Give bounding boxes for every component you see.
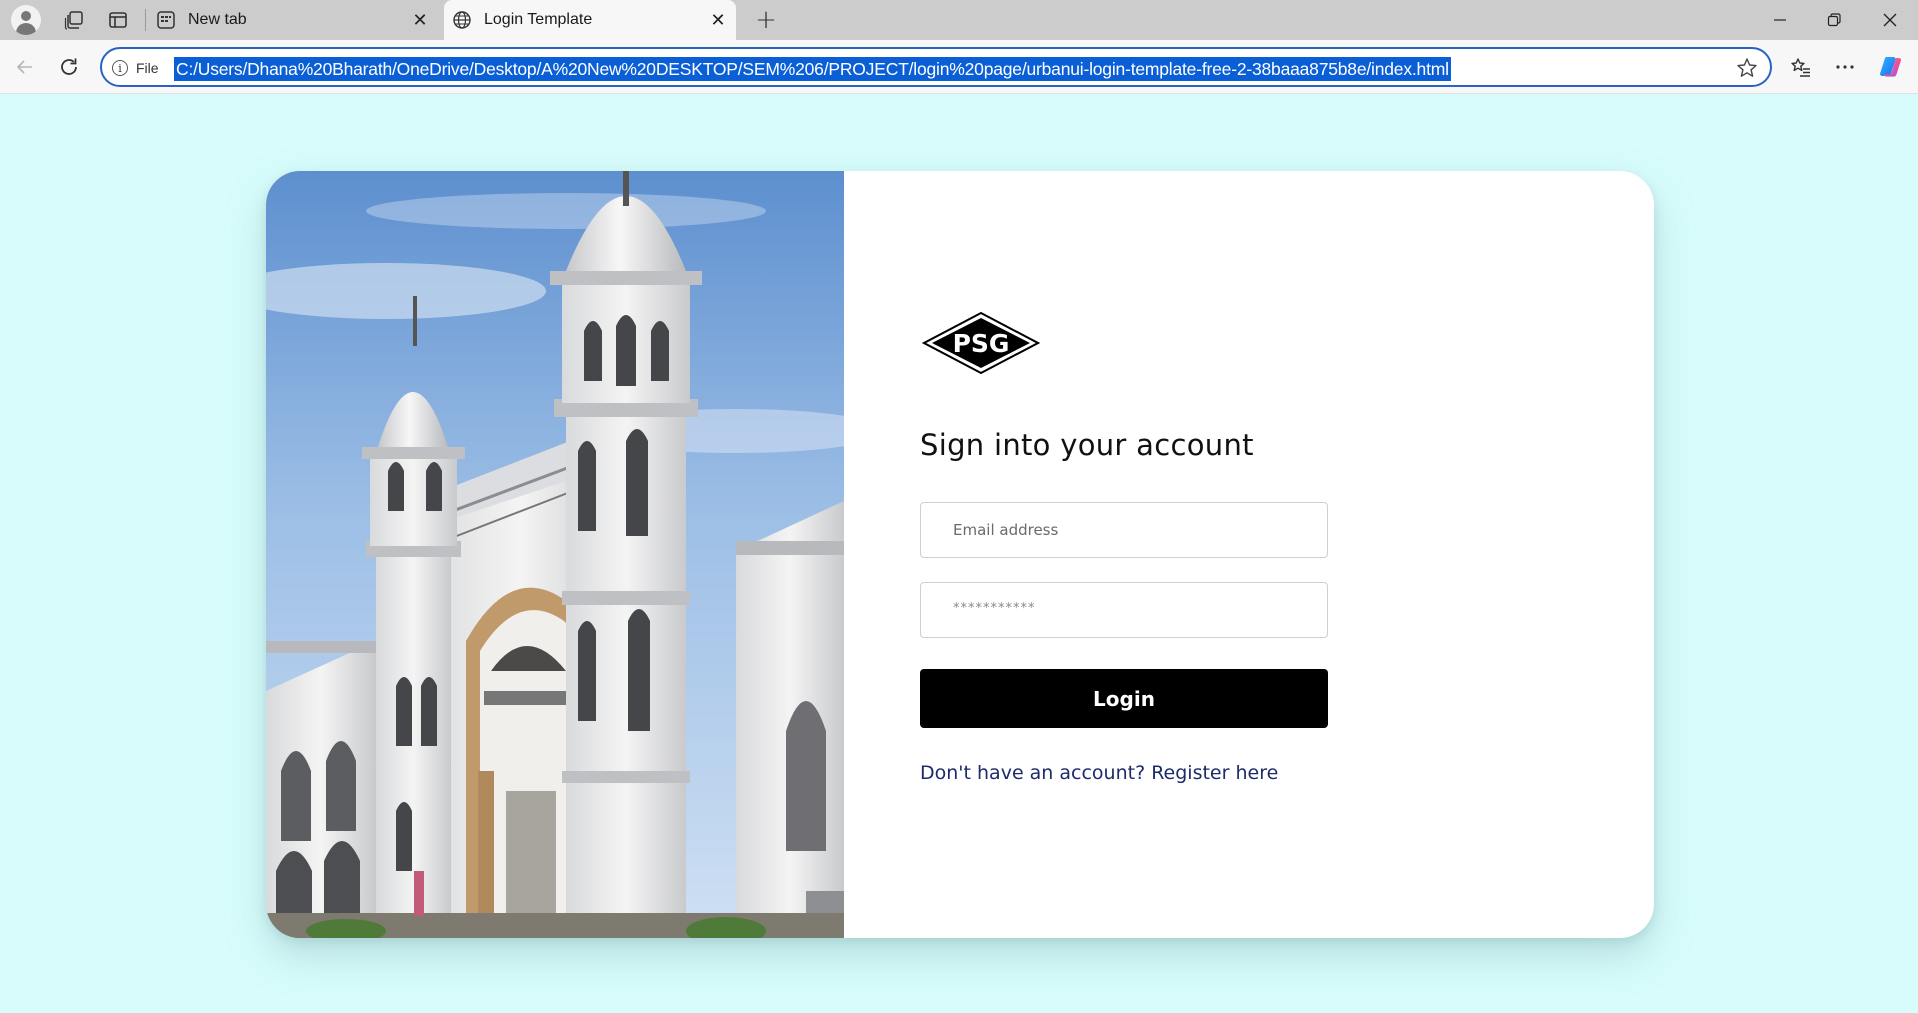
minimize-icon bbox=[1774, 19, 1786, 21]
plus-icon: + bbox=[755, 5, 777, 35]
close-tab-icon[interactable]: ✕ bbox=[408, 8, 432, 32]
globe-icon bbox=[452, 10, 472, 30]
site-info-label: File bbox=[136, 60, 159, 76]
site-info-button[interactable]: i File bbox=[112, 57, 169, 79]
tab-title: Login Template bbox=[484, 11, 593, 28]
workspaces-button[interactable] bbox=[56, 0, 92, 40]
login-form: PSG Sign into your account *********** L… bbox=[844, 171, 1654, 938]
reload-button[interactable] bbox=[52, 50, 86, 84]
new-tab-button[interactable]: + bbox=[750, 0, 782, 40]
favorites-list-icon bbox=[1791, 58, 1810, 77]
register-link[interactable]: Don't have an account? Register here bbox=[920, 762, 1278, 784]
info-icon: i bbox=[112, 60, 128, 76]
restore-icon bbox=[1827, 13, 1841, 27]
vertical-tabs-button[interactable] bbox=[100, 0, 136, 40]
login-card: PSG Sign into your account *********** L… bbox=[266, 171, 1654, 938]
tab-divider bbox=[145, 9, 146, 31]
url-text[interactable]: C:/Users/Dhana%20Bharath/OneDrive/Deskto… bbox=[174, 57, 1451, 81]
campus-building-image bbox=[266, 171, 844, 938]
close-icon bbox=[1883, 13, 1897, 27]
tab-actions-icon bbox=[109, 12, 127, 28]
workspaces-icon bbox=[64, 11, 83, 30]
login-button[interactable]: Login bbox=[920, 669, 1328, 728]
tab-title: New tab bbox=[188, 11, 247, 28]
star-icon bbox=[1737, 58, 1757, 77]
newtab-icon bbox=[156, 10, 176, 30]
address-bar[interactable]: i File C:/Users/Dhana%20Bharath/OneDrive… bbox=[100, 47, 1772, 87]
more-icon bbox=[1836, 65, 1854, 69]
close-window-button[interactable] bbox=[1862, 0, 1918, 40]
restore-button[interactable] bbox=[1806, 0, 1862, 40]
back-arrow-icon bbox=[16, 60, 32, 74]
profile-button[interactable] bbox=[6, 0, 46, 40]
profile-icon bbox=[11, 5, 41, 35]
minimize-button[interactable] bbox=[1752, 0, 1808, 40]
svg-text:PSG: PSG bbox=[953, 329, 1010, 358]
page-title: Sign into your account bbox=[920, 428, 1254, 462]
copilot-icon bbox=[1880, 57, 1901, 77]
navigation-bar: i File C:/Users/Dhana%20Bharath/OneDrive… bbox=[0, 40, 1918, 94]
tab-new-tab[interactable]: New tab ✕ bbox=[148, 0, 438, 40]
register-prompt: Don't have an account? Register here bbox=[920, 762, 1278, 784]
password-field[interactable] bbox=[920, 582, 1328, 638]
psg-logo: PSG bbox=[921, 311, 1041, 375]
back-button[interactable] bbox=[8, 50, 42, 84]
email-field[interactable] bbox=[920, 502, 1328, 558]
reload-icon bbox=[61, 58, 77, 75]
tab-login-template[interactable]: Login Template ✕ bbox=[444, 0, 736, 40]
tab-bar: New tab ✕ Login Template ✕ + bbox=[0, 0, 1918, 40]
close-tab-icon[interactable]: ✕ bbox=[706, 8, 730, 32]
favorite-button[interactable] bbox=[1734, 55, 1760, 81]
favorites-button[interactable] bbox=[1784, 50, 1818, 84]
copilot-button[interactable] bbox=[1874, 50, 1908, 84]
settings-menu-button[interactable] bbox=[1828, 50, 1862, 84]
